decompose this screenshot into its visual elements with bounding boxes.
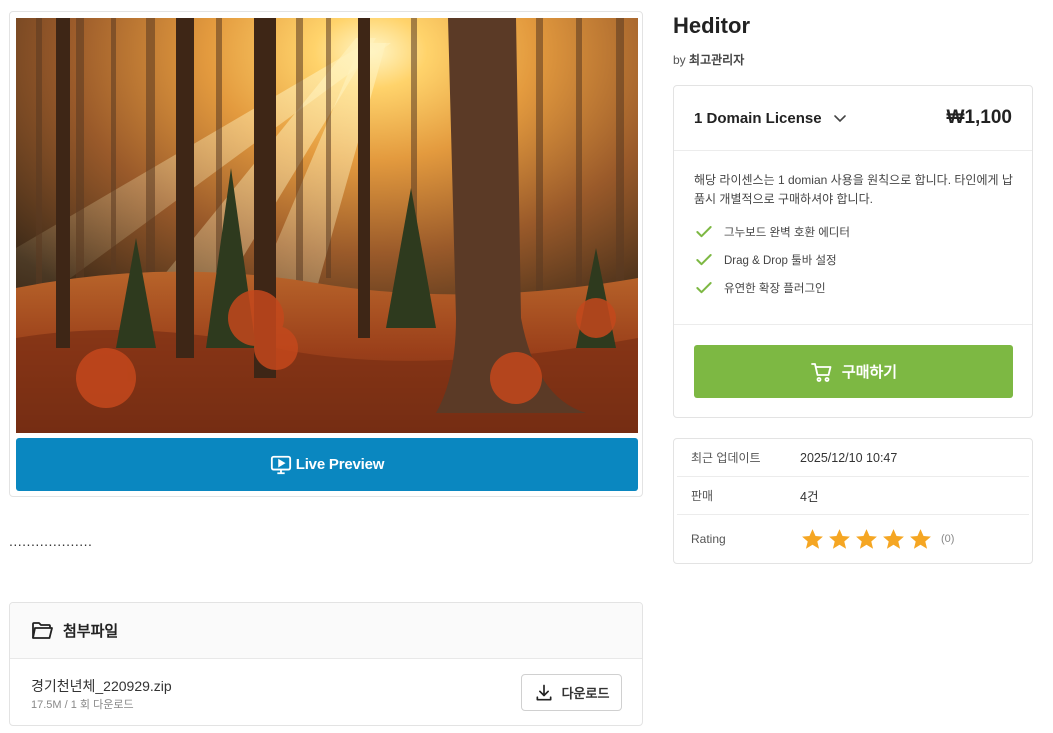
info-row-sales: 판매 4건 xyxy=(677,477,1029,515)
description-placeholder: ................... xyxy=(9,533,93,549)
product-preview-image xyxy=(16,18,638,433)
attachment-file-meta: 17.5M / 1 회 다운로드 xyxy=(31,699,134,711)
sales-value: 4건 xyxy=(800,490,819,504)
monitor-play-icon xyxy=(270,455,291,474)
attachments-title: 첨부파일 xyxy=(63,623,119,640)
star-icon xyxy=(883,528,904,549)
license-name: 1 Domain License xyxy=(694,109,822,127)
product-title: Heditor xyxy=(673,13,750,38)
license-body: 해당 라이센스는 1 domian 사용을 원칙으로 합니다. 타인에게 납품시… xyxy=(674,151,1032,325)
feature-label: 그누보드 완벽 호환 에디터 xyxy=(724,227,850,239)
product-author: by 최고관리자 xyxy=(673,51,744,68)
chevron-down-icon xyxy=(833,115,846,123)
live-preview-label: Live Preview xyxy=(295,456,385,473)
check-icon xyxy=(696,254,712,266)
feature-label: 유연한 확장 플러그인 xyxy=(724,283,826,295)
feature-item: 그누보드 완벽 호환 에디터 xyxy=(694,218,1012,246)
rating-count: (0) xyxy=(941,533,955,545)
folder-open-icon xyxy=(32,621,53,639)
cart-icon xyxy=(810,362,832,382)
forest-image xyxy=(16,18,638,433)
live-preview-button[interactable]: Live Preview xyxy=(16,438,638,491)
updated-label: 최근 업데이트 xyxy=(691,451,761,465)
license-description: 해당 라이센스는 1 domian 사용을 원칙으로 합니다. 타인에게 납품시… xyxy=(694,173,1013,206)
license-select[interactable]: 1 Domain License xyxy=(694,110,848,127)
info-row-updated: 최근 업데이트 2025/12/10 10:47 xyxy=(677,439,1029,477)
license-card: 1 Domain License ₩1,100 해당 라이센스는 1 domia… xyxy=(673,85,1033,418)
attachment-file-name: 경기천년체_220929.zip xyxy=(31,678,172,694)
rating-label: Rating xyxy=(691,532,726,546)
info-row-rating: Rating (0) xyxy=(677,515,1029,563)
feature-label: Drag & Drop 툴바 설정 xyxy=(724,255,837,267)
download-icon xyxy=(536,684,552,700)
preview-card: Live Preview xyxy=(9,11,643,497)
updated-value: 2025/12/10 10:47 xyxy=(800,450,898,465)
license-header: 1 Domain License ₩1,100 xyxy=(674,86,1032,151)
buy-label: 구매하기 xyxy=(841,364,898,381)
star-icon xyxy=(802,528,823,549)
attachments-header: 첨부파일 xyxy=(10,603,642,659)
star-icon xyxy=(829,528,850,549)
rating-stars: (0) xyxy=(800,527,954,552)
author-name[interactable]: 최고관리자 xyxy=(689,53,744,67)
download-button[interactable]: 다운로드 xyxy=(521,674,622,711)
star-icon xyxy=(856,528,877,549)
star-icon xyxy=(910,528,931,549)
feature-item: 유연한 확장 플러그인 xyxy=(694,274,1012,302)
feature-list: 그누보드 완벽 호환 에디터 Drag & Drop 툴바 설정 유연한 확장 … xyxy=(694,218,1012,302)
license-price: ₩1,100 xyxy=(946,107,1012,128)
attachments-card: 첨부파일 경기천년체_220929.zip 17.5M / 1 회 다운로드 다… xyxy=(9,602,643,726)
feature-item: Drag & Drop 툴바 설정 xyxy=(694,246,1012,274)
product-info-card: 최근 업데이트 2025/12/10 10:47 판매 4건 Rating (0… xyxy=(673,438,1033,564)
download-label: 다운로드 xyxy=(561,686,610,701)
author-prefix: by xyxy=(673,53,686,67)
sales-label: 판매 xyxy=(691,489,714,503)
check-icon xyxy=(696,282,712,294)
buy-button[interactable]: 구매하기 xyxy=(694,345,1013,398)
check-icon xyxy=(696,226,712,238)
